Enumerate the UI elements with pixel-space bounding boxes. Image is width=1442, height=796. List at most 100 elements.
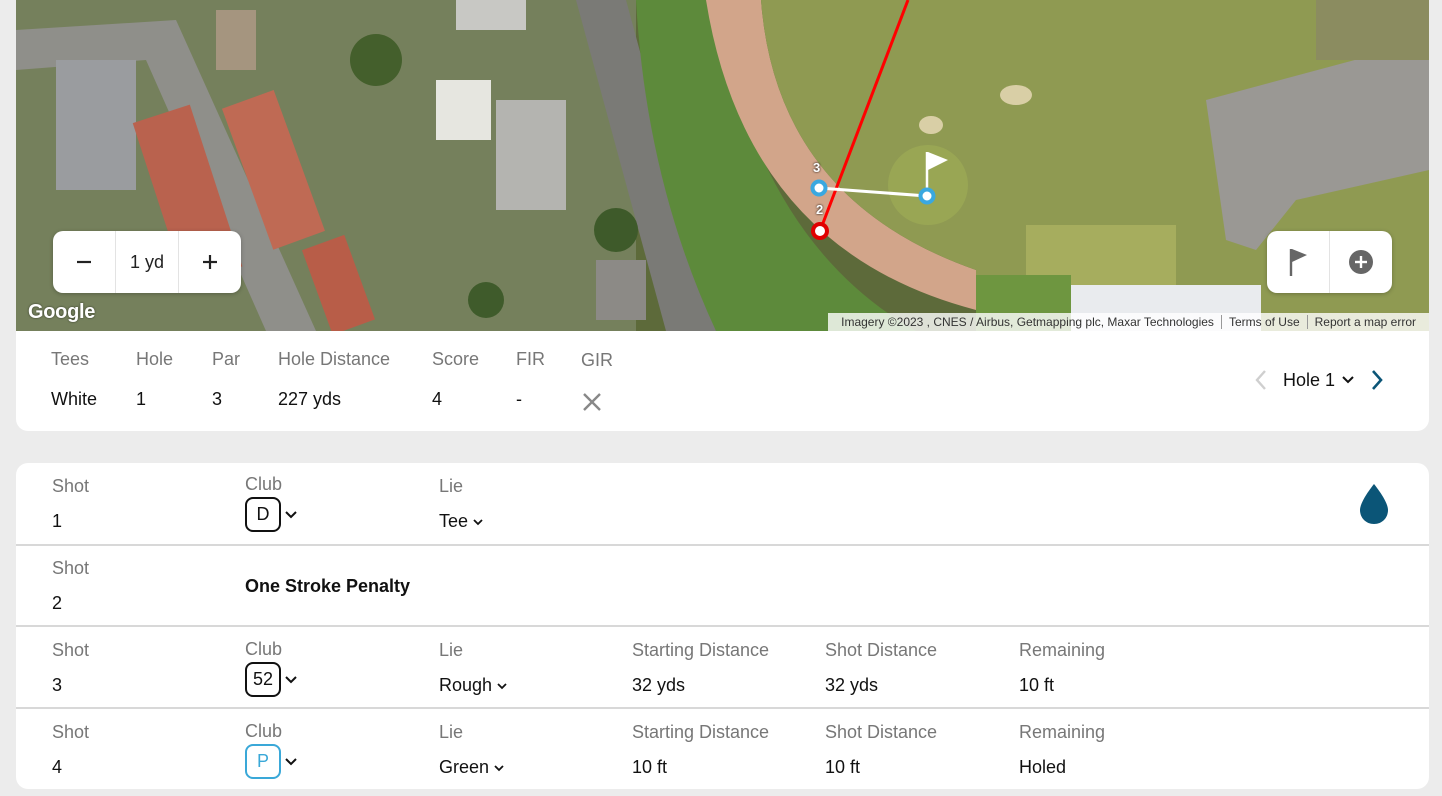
starting-distance-cell: Starting Distance 10 ft — [632, 722, 769, 778]
chevron-down-icon — [285, 757, 297, 765]
club-select[interactable]: P — [245, 744, 298, 779]
zoom-out-button[interactable] — [53, 231, 115, 293]
shot-distance-label: Shot Distance — [825, 722, 938, 742]
chevron-down-icon — [285, 510, 297, 518]
club-label: Club — [245, 639, 283, 659]
add-circle-icon — [1348, 250, 1373, 274]
shot-number: 3 — [52, 675, 63, 695]
club-badge: P — [245, 744, 281, 779]
penalty-cell: One Stroke Penalty — [245, 576, 410, 597]
next-hole-button[interactable] — [1365, 368, 1389, 392]
shot-row: Shot 1 Club D Lie Tee — [16, 463, 1429, 544]
shot-number: 4 — [52, 757, 63, 777]
shot-number-cell: Shot 2 — [52, 558, 89, 614]
shot-distance-value: 10 ft — [825, 757, 861, 777]
par-column: Par 3 — [212, 349, 240, 410]
shot-label: Shot — [52, 558, 90, 578]
shot-distance-cell: Shot Distance 32 yds — [825, 640, 937, 696]
starting-distance-cell: Starting Distance 32 yds — [632, 640, 769, 696]
close-icon[interactable] — [581, 391, 603, 413]
fir-label: FIR — [516, 349, 545, 369]
hole-card: 3 2 1 yd Google Imagery ©2023 , CNES / A… — [16, 0, 1429, 431]
club-cell: Club 52 — [245, 639, 298, 697]
chevron-down-icon — [497, 682, 507, 689]
score-value: 4 — [432, 389, 443, 409]
shot-label: Shot — [52, 640, 90, 660]
shot-row: Shot 3 Club 52 Lie Rough Starting Distan… — [16, 625, 1429, 707]
lie-cell: Lie Tee — [439, 476, 484, 532]
starting-distance-value: 32 yds — [632, 675, 686, 695]
plus-icon — [203, 255, 217, 269]
starting-distance-value: 10 ft — [632, 757, 668, 777]
add-shot-button[interactable] — [1329, 231, 1391, 293]
previous-hole-button[interactable] — [1249, 368, 1273, 392]
shot-label: Shot — [52, 476, 90, 496]
lie-label: Lie — [439, 722, 464, 742]
starting-distance-label: Starting Distance — [632, 640, 770, 660]
club-cell: Club P — [245, 721, 298, 779]
par-label: Par — [212, 349, 241, 369]
shot-number: 2 — [52, 593, 63, 613]
google-logo: Google — [28, 301, 96, 323]
fir-column: FIR - — [516, 349, 545, 410]
club-badge: D — [245, 497, 281, 532]
hole-value: 1 — [136, 389, 147, 409]
remaining-value: Holed — [1019, 757, 1067, 777]
marker-label-3: 3 — [813, 160, 821, 175]
imagery-credit: Imagery ©2023 , CNES / Airbus, Getmappin… — [841, 315, 1214, 329]
shot-label: Shot — [52, 722, 90, 742]
lie-select[interactable]: Green — [439, 757, 505, 778]
club-label: Club — [245, 474, 283, 494]
shot-distance-value: 32 yds — [825, 675, 879, 695]
hole-label: Hole — [136, 349, 174, 369]
remaining-cell: Remaining 10 ft — [1019, 640, 1105, 696]
zoom-in-button[interactable] — [179, 231, 241, 293]
terms-link[interactable]: Terms of Use — [1220, 315, 1307, 329]
tees-value: White — [51, 389, 98, 409]
hole-distance-value: 227 yds — [278, 389, 342, 409]
club-select[interactable]: 52 — [245, 662, 298, 697]
lie-label: Lie — [439, 640, 464, 660]
map-tools — [1267, 231, 1392, 293]
flag-button[interactable] — [1267, 231, 1329, 293]
shot-distance-cell: Shot Distance 10 ft — [825, 722, 937, 778]
hole-distance-label: Hole Distance — [278, 349, 391, 369]
shot-number: 1 — [52, 511, 63, 531]
gir-label: GIR — [581, 350, 614, 370]
zoom-control: 1 yd — [53, 231, 241, 293]
chevron-right-icon — [1372, 370, 1383, 390]
club-label: Club — [245, 721, 283, 741]
map-attribution: Imagery ©2023 , CNES / Airbus, Getmappin… — [828, 313, 1429, 331]
zoom-value: 1 yd — [115, 231, 179, 293]
lie-select[interactable]: Tee — [439, 511, 484, 532]
remaining-label: Remaining — [1019, 640, 1106, 660]
remaining-value: 10 ft — [1019, 675, 1055, 695]
lie-cell: Lie Green — [439, 722, 505, 778]
hole-column: Hole 1 — [136, 349, 173, 410]
hole-navigation: Hole 1 — [1249, 368, 1389, 392]
club-badge: 52 — [245, 662, 281, 697]
tees-column: Tees White — [51, 349, 97, 410]
chevron-down-icon — [1342, 376, 1354, 384]
shot-row: Shot 4 Club P Lie Green Starting Distanc… — [16, 707, 1429, 789]
water-drop-icon[interactable] — [1358, 483, 1390, 525]
flag-icon — [1289, 249, 1307, 276]
hole-select[interactable]: Hole 1 — [1283, 370, 1355, 391]
report-error-link[interactable]: Report a map error — [1306, 315, 1423, 329]
tees-label: Tees — [51, 349, 90, 369]
shot-distance-label: Shot Distance — [825, 640, 938, 660]
hole-distance-column: Hole Distance 227 yds — [278, 349, 390, 410]
remaining-label: Remaining — [1019, 722, 1106, 742]
remaining-cell: Remaining Holed — [1019, 722, 1105, 778]
shot-number-cell: Shot 1 — [52, 476, 89, 532]
lie-label: Lie — [439, 476, 464, 496]
club-select[interactable]: D — [245, 497, 298, 532]
lie-value: Rough — [439, 675, 493, 695]
lie-select[interactable]: Rough — [439, 675, 508, 696]
score-column: Score 4 — [432, 349, 479, 410]
minus-icon — [77, 260, 91, 264]
shot-number-cell: Shot 4 — [52, 722, 89, 778]
marker-label-2: 2 — [816, 202, 824, 217]
score-label: Score — [432, 349, 480, 369]
satellite-map[interactable]: 3 2 1 yd Google Imagery ©2023 , CNES / A… — [16, 0, 1429, 331]
